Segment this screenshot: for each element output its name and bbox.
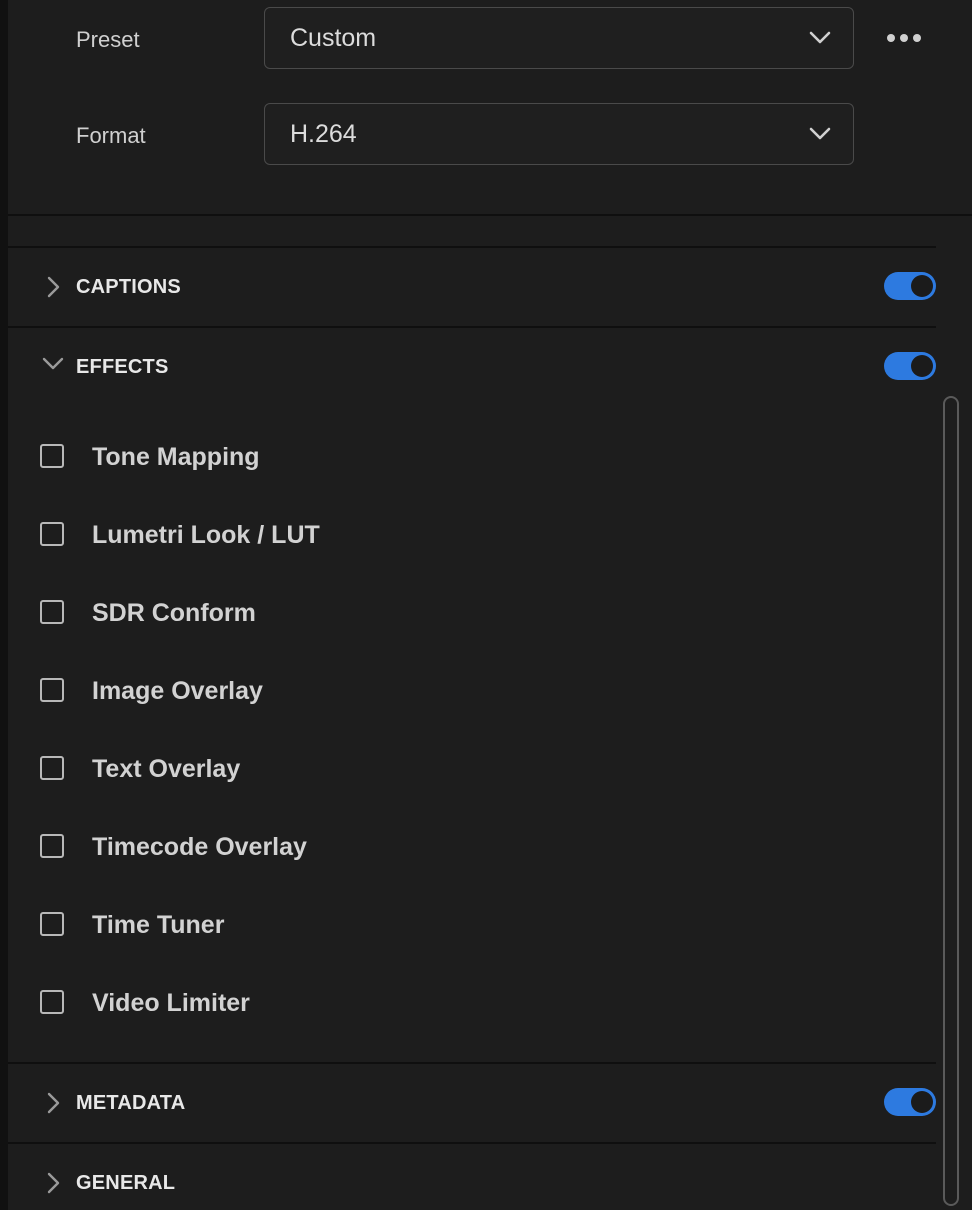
effect-label: Image Overlay	[92, 677, 263, 705]
panel-left-border	[0, 0, 8, 1210]
toggle-knob	[911, 275, 933, 297]
format-dropdown[interactable]: H.264	[264, 103, 854, 165]
effect-label: Text Overlay	[92, 755, 241, 783]
preset-label: Preset	[76, 27, 140, 52]
chevron-down-icon	[809, 31, 831, 44]
chevron-right-icon	[47, 276, 60, 298]
time-tuner-checkbox[interactable]	[40, 912, 64, 936]
video-limiter-checkbox[interactable]	[40, 990, 64, 1014]
sdr-conform-checkbox[interactable]	[40, 600, 64, 624]
effect-label: Time Tuner	[92, 911, 225, 939]
chevron-right-icon	[47, 1172, 60, 1194]
section-title: EFFECTS	[76, 356, 169, 378]
vertical-scrollbar[interactable]	[943, 396, 959, 1206]
effects-toggle[interactable]	[884, 352, 936, 380]
captions-toggle[interactable]	[884, 272, 936, 300]
image-overlay-checkbox[interactable]	[40, 678, 64, 702]
format-label: Format	[76, 123, 146, 148]
effect-label: Timecode Overlay	[92, 833, 307, 861]
format-value: H.264	[290, 120, 357, 148]
chevron-down-icon	[809, 127, 831, 140]
timecode-overlay-checkbox[interactable]	[40, 834, 64, 858]
section-title: METADATA	[76, 1092, 186, 1114]
metadata-toggle[interactable]	[884, 1088, 936, 1116]
section-header-effects[interactable]: EFFECTS	[8, 328, 936, 406]
effect-label: Tone Mapping	[92, 443, 260, 471]
chevron-down-icon	[42, 357, 64, 370]
text-overlay-checkbox[interactable]	[40, 756, 64, 780]
divider	[8, 214, 972, 216]
lumetri-look-checkbox[interactable]	[40, 522, 64, 546]
section-title: CAPTIONS	[76, 276, 181, 298]
chevron-right-icon	[47, 1092, 60, 1114]
effect-label: Video Limiter	[92, 989, 250, 1017]
toggle-knob	[911, 1091, 933, 1113]
section-title: GENERAL	[76, 1172, 176, 1194]
effect-label: SDR Conform	[92, 599, 256, 627]
more-horizontal-icon[interactable]	[884, 26, 924, 50]
effect-label: Lumetri Look / LUT	[92, 521, 320, 549]
preset-value: Custom	[290, 24, 377, 52]
toggle-knob	[911, 355, 933, 377]
preset-dropdown[interactable]: Custom	[264, 7, 854, 69]
section-header-metadata[interactable]: METADATA	[8, 1064, 936, 1142]
section-header-captions[interactable]: CAPTIONS	[8, 248, 936, 326]
section-header-general[interactable]: GENERAL	[8, 1144, 936, 1210]
tone-mapping-checkbox[interactable]	[40, 444, 64, 468]
